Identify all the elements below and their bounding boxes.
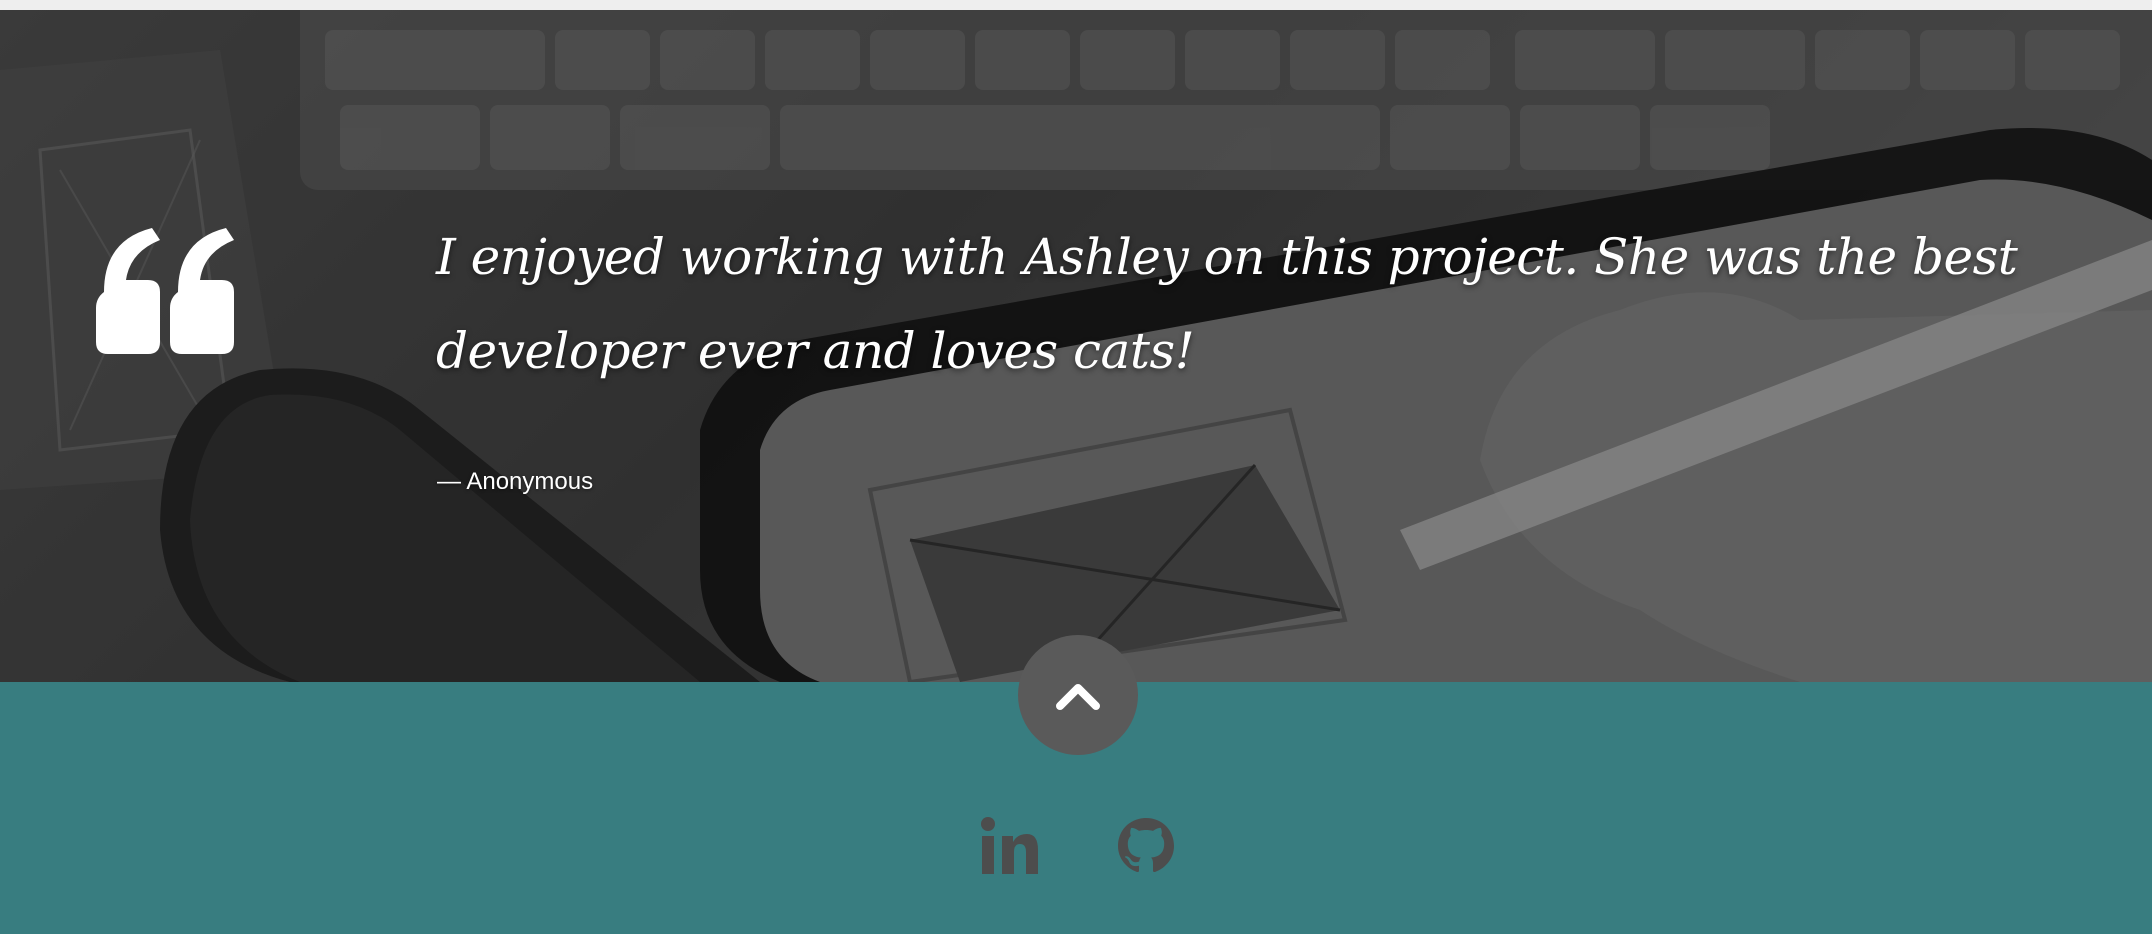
github-link[interactable] bbox=[1116, 816, 1176, 876]
testimonial-quote: I enjoyed working with Ashley on this pr… bbox=[436, 228, 2018, 380]
testimonial-section: I enjoyed working with Ashley on this pr… bbox=[0, 10, 2152, 682]
testimonial-author: — Anonymous bbox=[437, 468, 594, 495]
quote-icon bbox=[96, 228, 234, 354]
chevron-up-icon bbox=[1056, 684, 1100, 710]
back-to-top-button[interactable] bbox=[1018, 635, 1138, 755]
linkedin-icon bbox=[981, 817, 1038, 874]
github-icon bbox=[1118, 818, 1174, 873]
top-strip bbox=[0, 0, 2152, 10]
linkedin-link[interactable] bbox=[980, 816, 1040, 876]
